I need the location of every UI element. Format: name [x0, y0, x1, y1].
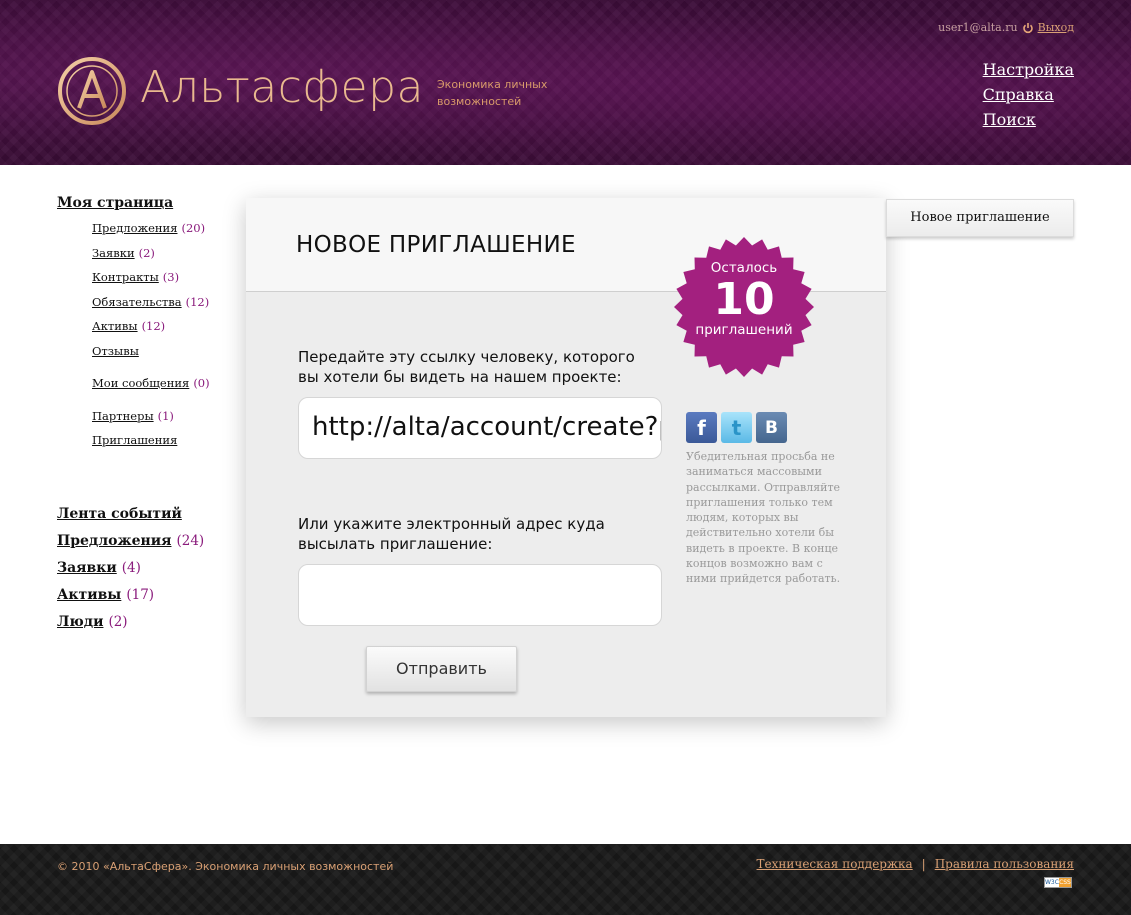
sidebar-item-partners: Партнеры (1) [92, 408, 237, 424]
sidebar-item-label[interactable]: Мои сообщения [92, 375, 189, 391]
sidebar-item-assets: Активы (12) [92, 318, 237, 334]
sidebar-item-label[interactable]: Партнеры [92, 408, 154, 424]
sidebar-my-page-link[interactable]: Моя страница [57, 195, 237, 211]
power-icon [1022, 22, 1033, 33]
badge-line2: приглашений [695, 322, 793, 338]
sidebar-item-offers: Предложения (20) [92, 220, 237, 236]
sidebar-item-count: (1) [157, 408, 174, 423]
nav-settings-link[interactable]: Настройка [983, 60, 1074, 79]
nav-help-link[interactable]: Справка [983, 85, 1074, 104]
sidebar-item-count: (12) [185, 294, 210, 309]
link-label: Передайте эту ссылку человеку, которого … [298, 348, 635, 386]
sidebar-item-reviews: Отзывы [92, 343, 237, 359]
user-bar: user1@alta.ru Выход [938, 21, 1074, 34]
sidebar-item-count: (24) [176, 533, 205, 549]
sidebar-item-invitations: Приглашения [92, 432, 237, 448]
badge-number: 10 [713, 274, 775, 325]
invitations-left-badge: Осталось 10 приглашений [673, 236, 815, 378]
sidebar-item-label[interactable]: Активы [92, 318, 138, 334]
sidebar-item-people: Люди (2) [57, 614, 237, 630]
sidebar-item-label[interactable]: Люди [57, 614, 103, 630]
sidebar-item-label[interactable]: Заявки [57, 560, 117, 576]
sidebar-item-messages: Мои сообщения (0) [92, 375, 237, 391]
w3c-badge-right: CSS [1058, 878, 1071, 887]
sidebar-item-label[interactable]: Заявки [92, 245, 135, 261]
sidebar-item-label[interactable]: Лента событий [57, 506, 182, 522]
send-button[interactable]: Отправить [366, 646, 517, 692]
site-header: Альтасфера Экономика личных возможностей… [0, 0, 1131, 165]
sidebar-item-label[interactable]: Приглашения [92, 432, 177, 448]
logo-text[interactable]: Альтасфера [140, 62, 424, 113]
twitter-icon[interactable]: t [721, 412, 752, 443]
sidebar-item-obligations: Обязательства (12) [92, 294, 237, 310]
logout-link[interactable]: Выход [1038, 21, 1074, 34]
top-nav: Настройка Справка Поиск [983, 60, 1074, 129]
sidebar-item-label[interactable]: Предложения [92, 220, 177, 236]
vkontakte-icon[interactable]: В [756, 412, 787, 443]
sidebar-item-count: (0) [193, 376, 210, 390]
sidebar-item-all-assets: Активы (17) [57, 587, 237, 603]
email-field[interactable] [298, 564, 662, 626]
sidebar-item-events-feed: Лента событий [57, 506, 237, 522]
tagline: Экономика личных возможностей [437, 78, 548, 108]
nav-search-link[interactable]: Поиск [983, 110, 1074, 129]
sidebar-item-label[interactable]: Активы [57, 587, 121, 603]
email-label: Или укажите электронный адрес куда высыл… [298, 515, 605, 553]
footer-separator: | [921, 857, 926, 871]
facebook-icon[interactable]: f [686, 412, 717, 443]
sidebar-item-label[interactable]: Предложения [57, 533, 171, 549]
sidebar-item-all-requests: Заявки (4) [57, 560, 237, 576]
sidebar-item-all-offers: Предложения (24) [57, 533, 237, 549]
sidebar-item-contracts: Контракты (3) [92, 269, 237, 285]
new-invitation-button[interactable]: Новое приглашение [886, 199, 1074, 237]
w3c-badge-left: W3C [1045, 878, 1059, 887]
sidebar-item-count: (17) [126, 587, 155, 603]
terms-link[interactable]: Правила пользования [935, 857, 1074, 871]
site-footer: © 2010 «АльтаСфера». Экономика личных во… [0, 844, 1131, 915]
invite-link-field[interactable]: http://alta/account/create?p [298, 397, 662, 459]
social-share-buttons: f t В [686, 412, 787, 443]
sidebar-item-label[interactable]: Отзывы [92, 343, 139, 359]
sidebar-item-requests: Заявки (2) [92, 245, 237, 261]
support-link[interactable]: Техническая поддержка [757, 857, 913, 871]
sidebar-feed-menu: Лента событий Предложения (24) Заявки (4… [57, 506, 237, 630]
sidebar-item-count: (12) [141, 319, 166, 333]
user-email: user1@alta.ru [938, 21, 1018, 34]
sidebar-submenu: Предложения (20) Заявки (2) Контракты (3… [57, 220, 237, 448]
sidebar-item-label[interactable]: Контракты [92, 269, 159, 285]
sidebar: Моя страница Предложения (20) Заявки (2)… [57, 195, 237, 641]
logo-icon[interactable] [57, 56, 127, 126]
mass-mailing-note: Убедительная просьба не заниматься массо… [686, 450, 841, 586]
w3c-css-badge[interactable]: W3C CSS [1044, 877, 1072, 888]
sidebar-item-count: (2) [138, 245, 155, 260]
sidebar-item-count: (20) [181, 221, 206, 235]
sidebar-item-count: (4) [121, 560, 141, 576]
page-title: НОВОЕ ПРИГЛАШЕНИЕ [296, 232, 576, 258]
sidebar-item-count: (2) [108, 614, 128, 630]
footer-links: Техническая поддержка | Правила пользова… [757, 857, 1074, 871]
sidebar-item-count: (3) [162, 270, 180, 284]
copyright-text: © 2010 «АльтаСфера». Экономика личных во… [57, 860, 394, 873]
sidebar-item-label[interactable]: Обязательства [92, 294, 182, 310]
